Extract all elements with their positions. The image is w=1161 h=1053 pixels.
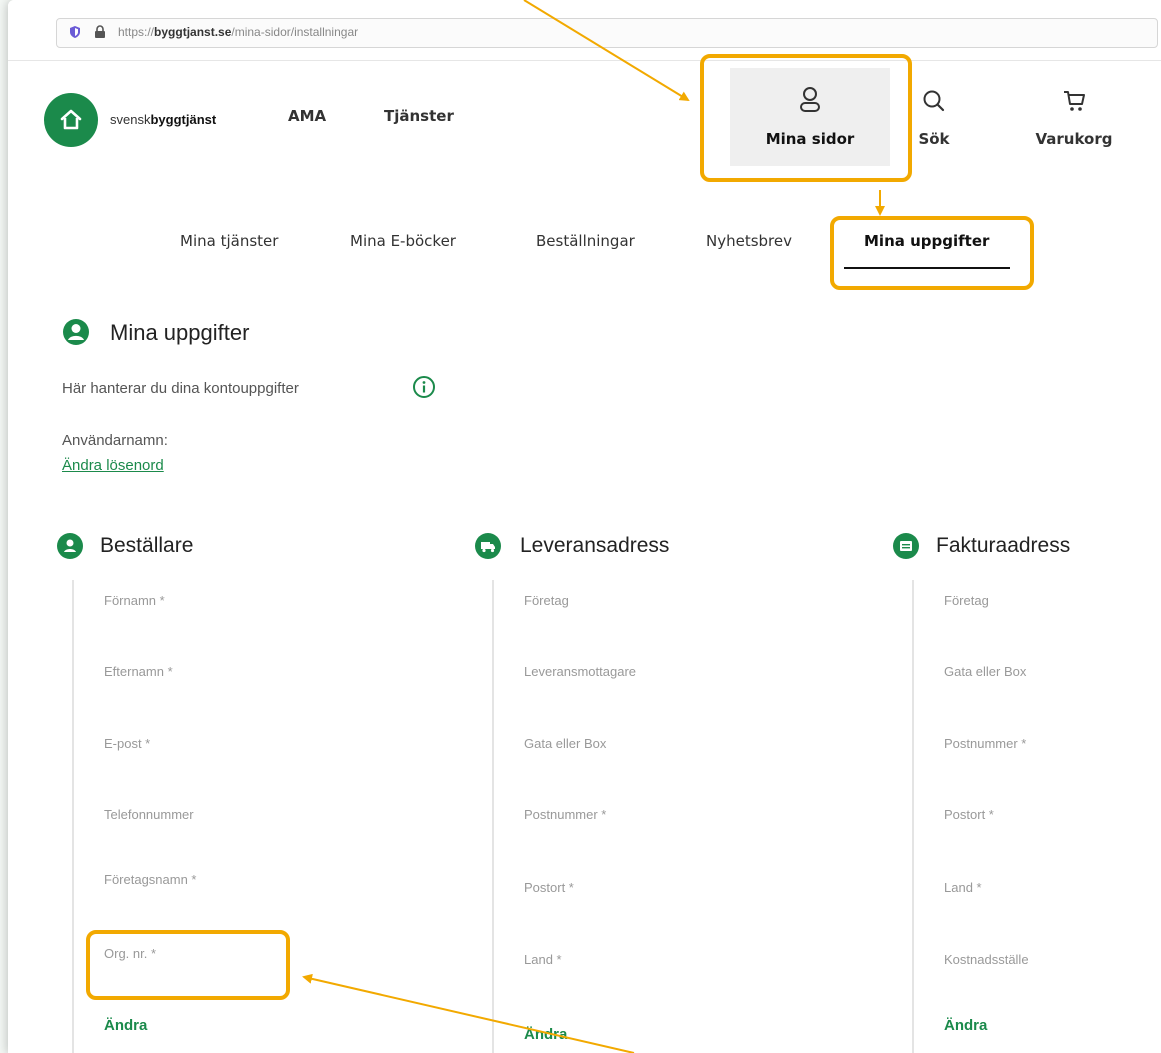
telefonnummer-field[interactable]: Telefonnummer bbox=[104, 807, 194, 822]
column-divider bbox=[912, 580, 914, 1053]
subnav-mina-tjanster[interactable]: Mina tjänster bbox=[180, 232, 278, 250]
fornamn-field[interactable]: Förnamn * bbox=[104, 593, 165, 608]
lev-land-field[interactable]: Land * bbox=[524, 952, 562, 967]
nav-tjanster[interactable]: Tjänster bbox=[384, 107, 454, 125]
bestallare-heading: Beställare bbox=[100, 534, 194, 557]
column-divider bbox=[492, 580, 494, 1053]
lev-gata-field[interactable]: Gata eller Box bbox=[524, 736, 606, 751]
cart-label: Varukorg bbox=[1035, 130, 1113, 148]
column-divider bbox=[72, 580, 74, 1053]
page-title: Mina uppgifter bbox=[110, 320, 250, 345]
foretagsnamn-field[interactable]: Företagsnamn * bbox=[104, 872, 197, 887]
leveransadress-heading: Leveransadress bbox=[520, 534, 670, 557]
url-text: https://byggtjanst.se/mina-sidor/install… bbox=[118, 25, 359, 39]
nav-ama[interactable]: AMA bbox=[288, 107, 326, 125]
logo[interactable] bbox=[44, 93, 98, 147]
annotation-box-mina-sidor bbox=[700, 54, 912, 182]
bestallare-edit-link[interactable]: Ändra bbox=[104, 1017, 147, 1034]
info-icon[interactable] bbox=[412, 375, 436, 399]
subnav-nyhetsbrev[interactable]: Nyhetsbrev bbox=[706, 232, 792, 250]
search-button[interactable]: Sök bbox=[904, 88, 964, 148]
username-label: Användarnamn: bbox=[62, 432, 168, 449]
lock-icon bbox=[95, 25, 105, 38]
fakt-foretag-field[interactable]: Företag bbox=[944, 593, 989, 608]
cart-icon bbox=[1064, 91, 1085, 111]
person-icon bbox=[57, 533, 83, 559]
efternamn-field[interactable]: Efternamn * bbox=[104, 664, 173, 679]
page-subtitle: Här hanterar du dina kontouppgifter bbox=[62, 380, 299, 397]
browser-toolbar: https://byggtjanst.se/mina-sidor/install… bbox=[8, 0, 1161, 61]
fakt-gata-field[interactable]: Gata eller Box bbox=[944, 664, 1026, 679]
fakt-postnummer-field[interactable]: Postnummer * bbox=[944, 736, 1026, 751]
subnav-mina-e-bocker[interactable]: Mina E-böcker bbox=[350, 232, 456, 250]
annotation-box-org-nr bbox=[86, 930, 290, 1000]
shield-icon bbox=[70, 26, 80, 38]
search-icon bbox=[923, 90, 945, 112]
invoice-icon bbox=[893, 533, 919, 559]
fakt-postort-field[interactable]: Postort * bbox=[944, 807, 994, 822]
lev-postort-field[interactable]: Postort * bbox=[524, 880, 574, 895]
change-password-link[interactable]: Ändra lösenord bbox=[62, 457, 164, 474]
epost-field[interactable]: E-post * bbox=[104, 736, 150, 751]
browser-window: https://byggtjanst.se/mina-sidor/install… bbox=[8, 0, 1161, 1053]
leveransadress-edit-link[interactable]: Ändra bbox=[524, 1026, 567, 1043]
home-icon bbox=[60, 109, 82, 130]
search-label: Sök bbox=[918, 130, 950, 148]
cart-button[interactable]: Varukorg bbox=[1024, 88, 1124, 148]
fakturaadress-edit-link[interactable]: Ändra bbox=[944, 1017, 987, 1034]
lev-foretag-field[interactable]: Företag bbox=[524, 593, 569, 608]
annotation-box-mina-uppgifter bbox=[830, 216, 1034, 290]
fakt-land-field[interactable]: Land * bbox=[944, 880, 982, 895]
subnav-bestallningar[interactable]: Beställningar bbox=[536, 232, 635, 250]
kostnadsstalle-field[interactable]: Kostnadsställe bbox=[944, 952, 1029, 967]
truck-icon bbox=[475, 533, 501, 559]
user-circle-icon bbox=[63, 319, 89, 345]
leveransmottagare-field[interactable]: Leveransmottagare bbox=[524, 664, 636, 679]
fakturaadress-heading: Fakturaadress bbox=[936, 534, 1071, 557]
logo-wordmark[interactable]: svenskbyggtjänst bbox=[110, 112, 216, 127]
lev-postnummer-field[interactable]: Postnummer * bbox=[524, 807, 606, 822]
